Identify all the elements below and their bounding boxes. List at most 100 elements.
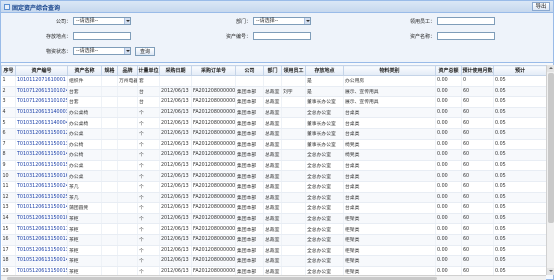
table-header-row: 序号 资产编号 资产名称 规格 品牌 计量单位 采购日期 采购订单号 公司 部门…	[1, 65, 546, 76]
table-cell: 1010112071610001	[15, 75, 68, 87]
col-header[interactable]: 资产编号	[15, 65, 68, 76]
scroll-up-icon[interactable]	[547, 65, 554, 72]
status-select[interactable]: --请选择--	[73, 47, 131, 55]
table-cell: 董事长办公室	[305, 117, 344, 129]
table-cell	[281, 202, 306, 214]
col-header[interactable]: 预计	[493, 65, 546, 76]
company-select[interactable]: --请选择--	[73, 17, 131, 25]
table-cell: 个	[137, 117, 160, 129]
table-row[interactable]: 2 T0107120613101024 台套 台 2012/06/13 FA2012080…	[1, 86, 546, 98]
table-row[interactable]: 17 T0105120613150013 茶柜 个 2012/06/13 FA201208…	[1, 245, 546, 257]
location-input[interactable]	[73, 32, 131, 40]
table-row[interactable]: 12 T0103120613150025 茶几 个 2012/06/13 FA201208…	[1, 192, 546, 204]
asset-name-input[interactable]	[437, 32, 495, 40]
table-cell: FA201208000000	[191, 139, 236, 151]
table-cell: 2012/06/13	[159, 266, 192, 275]
table-row[interactable]: 11 T0103120613150024 茶几 个 2012/06/13 FA201208…	[1, 181, 546, 193]
export-button[interactable]: 导出	[532, 2, 550, 11]
table-cell: 17	[1, 245, 16, 257]
col-header[interactable]: 公司	[235, 65, 264, 76]
col-header[interactable]: 资产名称	[67, 65, 102, 76]
table-cell: 2012/06/13	[159, 202, 192, 214]
col-header[interactable]: 计量单位	[137, 65, 160, 76]
table-cell	[101, 234, 118, 246]
table-row[interactable]: 10 T0103120613150016 办公桌 个 2012/06/13 FA20120…	[1, 170, 546, 182]
window-titlebar: 固定资产综合查询 导出	[1, 1, 553, 13]
scroll-down-icon[interactable]	[547, 268, 554, 275]
table-cell: 11	[1, 181, 16, 193]
table-row[interactable]: 1 1010112071610001 组织件 万州电器套 是办公用房 0.00 0 0.05	[1, 75, 546, 87]
table-row[interactable]: 19 T0105120613150015 茶柜 个 2012/06/13 FA201208…	[1, 266, 546, 275]
col-header[interactable]: 序号	[1, 65, 16, 76]
col-header[interactable]: 规格	[101, 65, 118, 76]
col-header[interactable]: 领用员工	[281, 65, 306, 76]
table-cell: 个	[137, 234, 160, 246]
status-label: 物资状态：	[45, 49, 71, 55]
table-cell: 全总办公室	[305, 170, 344, 182]
table-cell: FA201208000000	[191, 86, 236, 98]
table-cell: FA201208000000	[191, 160, 236, 172]
vertical-scrollbar[interactable]	[546, 65, 554, 275]
table-cell: 台桌类	[343, 192, 436, 204]
scroll-thumb[interactable]	[548, 73, 554, 223]
table-row[interactable]: 4 T0103120613140003 办公桌椅 个 2012/06/13 FA20120…	[1, 107, 546, 119]
table-cell: 台	[137, 86, 160, 98]
table-cell: 茶柜	[67, 245, 102, 257]
table-cell: 60	[461, 213, 494, 225]
table-cell: 集团本部	[235, 170, 264, 182]
table-cell: 6	[1, 128, 16, 140]
table-cell	[281, 255, 306, 267]
table-row[interactable]: 18 T0105120613150014 茶柜 个 2012/06/13 FA201208…	[1, 255, 546, 267]
dept-select[interactable]: --请选择--	[253, 17, 311, 25]
col-header[interactable]: 物料类别	[343, 65, 436, 76]
col-header[interactable]: 资产总额	[435, 65, 462, 76]
table-row[interactable]: 13 T0101120613150014 蒲团圆凳 个 2012/06/13 FA2012…	[1, 202, 546, 214]
table-row[interactable]: 14 T0105120613150010 茶柜 个 2012/06/13 FA201208…	[1, 213, 546, 225]
table-row[interactable]: 8 T0103120613150014 办公椅 个 2012/06/13 FA201208…	[1, 149, 546, 161]
table-row[interactable]: 16 T0105120613150012 茶柜 个 2012/06/13 FA201208…	[1, 234, 546, 246]
table-cell	[281, 96, 306, 108]
asset-grid: 序号 资产编号 资产名称 规格 品牌 计量单位 采购日期 采购订单号 公司 部门…	[1, 65, 546, 275]
table-cell: 刘宇	[281, 86, 306, 98]
table-cell: 0.00	[435, 223, 462, 235]
table-cell: 7	[1, 139, 16, 151]
table-cell	[101, 223, 118, 235]
table-cell: 个	[137, 181, 160, 193]
col-header[interactable]: 存放地点	[305, 65, 344, 76]
table-cell: 董事长办公室	[305, 139, 344, 151]
table-row[interactable]: 6 T0103120613150012 办公桌 个 2012/06/13 FA201208…	[1, 128, 546, 140]
table-cell: 总裁室	[263, 117, 282, 129]
table-cell: T0105120613150014	[15, 255, 68, 267]
table-cell: 是	[305, 86, 344, 98]
user-input[interactable]	[437, 17, 495, 25]
col-header[interactable]: 采购日期	[159, 65, 192, 76]
table-cell: 全总办公室	[305, 245, 344, 257]
table-cell	[117, 202, 138, 214]
table-cell: FA201208000000	[191, 266, 236, 275]
table-row[interactable]: 9 T0103120613150015 办公桌 个 2012/06/13 FA201208…	[1, 160, 546, 172]
table-cell: 柜架类	[343, 234, 436, 246]
table-cell: T0103120613150025	[15, 192, 68, 204]
table-row[interactable]: 15 T0105120613150011 茶柜 个 2012/06/13 FA201208…	[1, 223, 546, 235]
asset-code-input[interactable]	[253, 32, 311, 40]
table-cell: T0107120613101025	[15, 96, 68, 108]
col-header[interactable]: 品牌	[117, 65, 138, 76]
table-cell: 2012/06/13	[159, 128, 192, 140]
table-cell: 总裁室	[263, 181, 282, 193]
col-header[interactable]: 部门	[263, 65, 282, 76]
table-cell: 5	[1, 117, 16, 129]
table-cell: 60	[461, 107, 494, 119]
col-header[interactable]: 采购订单号	[191, 65, 236, 76]
query-button[interactable]: 查询	[135, 47, 155, 56]
table-row[interactable]: 7 T0103120613150013 办公椅 个 2012/06/13 FA201208…	[1, 139, 546, 151]
table-cell: T0105120613150012	[15, 234, 68, 246]
table-row[interactable]: 5 T0103120613140004 办公桌椅 个 2012/06/13 FA20120…	[1, 117, 546, 129]
table-cell	[117, 149, 138, 161]
table-cell: 0.00	[435, 96, 462, 108]
table-cell: FA201208000000	[191, 170, 236, 182]
table-cell: 60	[461, 149, 494, 161]
table-cell: 18	[1, 255, 16, 267]
col-header[interactable]: 预计使用月数	[461, 65, 494, 76]
table-row[interactable]: 3 T0107120613101025 台套 台 2012/06/13 FA2012080…	[1, 96, 546, 108]
horizontal-scrollbar[interactable]	[1, 275, 546, 280]
